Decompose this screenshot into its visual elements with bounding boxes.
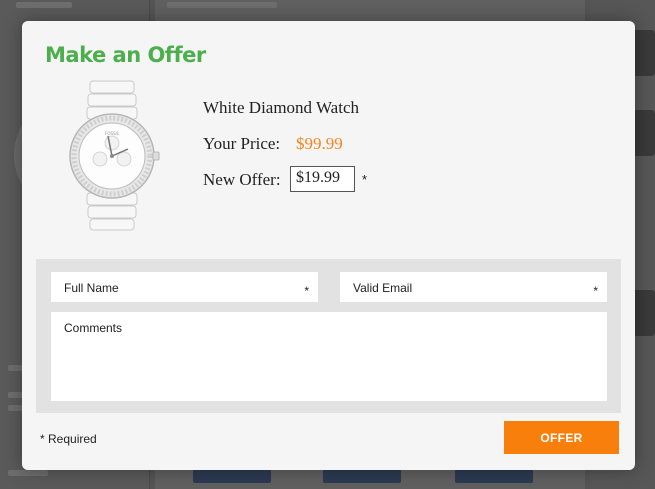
full-name-field[interactable]: Full Name * <box>51 272 318 302</box>
your-price-value: $99.99 <box>296 134 343 153</box>
offer-button[interactable]: OFFER <box>504 421 619 454</box>
valid-email-field[interactable]: Valid Email * <box>340 272 607 302</box>
new-offer-required-mark: * <box>362 172 368 187</box>
make-offer-dialog: Make an Offer FOSSIL White Diamond Watch… <box>22 21 635 470</box>
product-image: FOSSIL <box>62 79 162 231</box>
comments-placeholder: Comments <box>64 321 123 335</box>
new-offer-input[interactable]: $19.99 <box>290 166 355 192</box>
full-name-required-mark: * <box>304 284 309 298</box>
wristwatch-icon: FOSSIL <box>69 80 160 231</box>
your-price-label: Your Price: <box>203 134 281 153</box>
product-name: White Diamond Watch <box>203 98 359 117</box>
valid-email-placeholder: Valid Email <box>353 281 413 295</box>
full-name-placeholder: Full Name <box>64 281 119 295</box>
new-offer-label: New Offer: <box>203 170 281 189</box>
offer-form: Full Name * Valid Email * Comments <box>36 259 621 413</box>
watch-brand-mark: FOSSIL <box>105 131 120 136</box>
dialog-title: Make an Offer <box>45 43 206 67</box>
comments-textarea[interactable]: Comments <box>51 312 607 401</box>
valid-email-required-mark: * <box>593 284 598 298</box>
required-note: * Required <box>40 432 97 446</box>
